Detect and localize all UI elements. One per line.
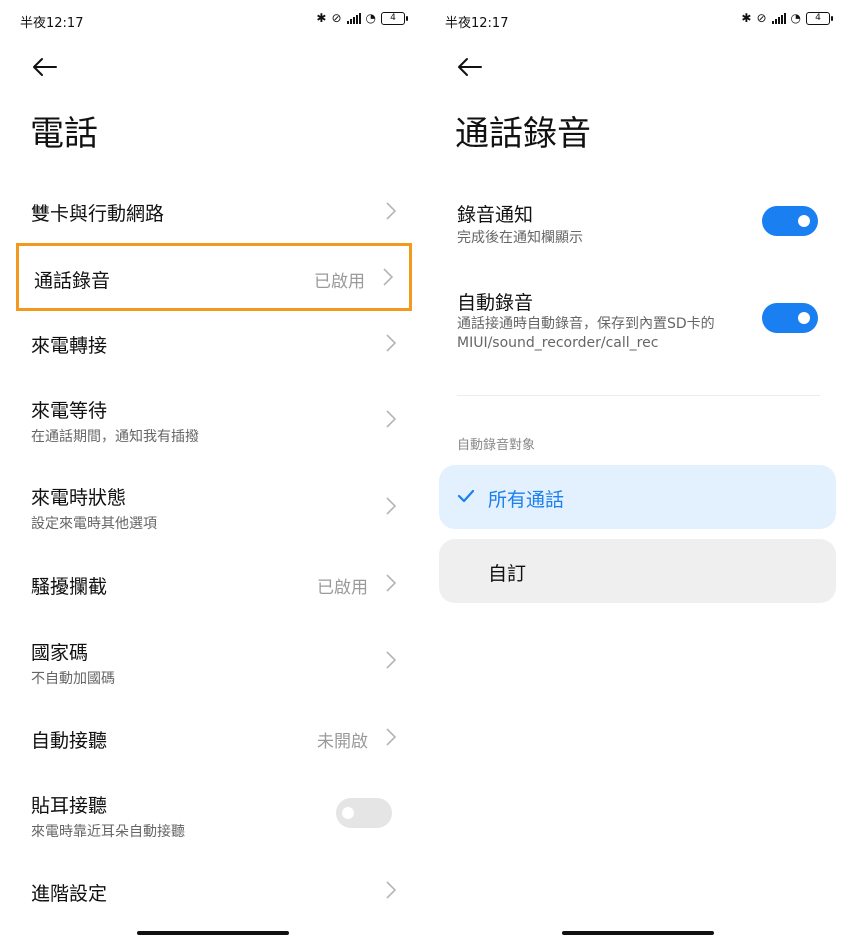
home-indicator[interactable] xyxy=(562,931,714,935)
list-item-call-waiting[interactable]: 來電等待 在通話期間，通知我有插撥 xyxy=(16,382,412,462)
battery-icon: 4 xyxy=(806,11,833,25)
option-all-calls[interactable]: 所有通話 xyxy=(439,465,836,529)
status-time: 半夜12:17 xyxy=(445,16,509,31)
list-item-label: 進階設定 xyxy=(31,883,108,905)
back-arrow-icon[interactable] xyxy=(455,52,485,82)
list-item-advanced-settings[interactable]: 進階設定 xyxy=(16,860,412,922)
status-time: 半夜12:17 xyxy=(20,16,84,31)
back-arrow-icon[interactable] xyxy=(30,52,60,82)
signal-icon xyxy=(771,12,786,24)
page-title: 通話錄音 xyxy=(455,114,591,154)
list-item-auto-answer[interactable]: 自動接聽 未開啟 xyxy=(16,706,412,768)
setting-subtitle-line2: MIUI/sound_recorder/call_rec xyxy=(457,335,659,351)
page-title: 電話 xyxy=(30,114,98,154)
list-item-label: 雙卡與行動網路 xyxy=(31,203,165,225)
list-item-subtitle: 來電時靠近耳朵自動接聽 xyxy=(31,824,185,840)
chevron-right-icon xyxy=(386,334,397,352)
list-item-label: 自動接聽 xyxy=(31,730,108,752)
list-item-ear-answer[interactable]: 貼耳接聽 來電時靠近耳朵自動接聽 xyxy=(16,776,412,856)
chevron-right-icon xyxy=(386,202,397,220)
chevron-right-icon xyxy=(386,410,397,428)
list-item-country-code[interactable]: 國家碼 不自動加國碼 xyxy=(16,622,412,702)
list-item-subtitle: 不自動加國碼 xyxy=(31,671,115,687)
chevron-right-icon xyxy=(386,574,397,592)
list-item-label: 通話錄音 xyxy=(34,270,111,292)
setting-subtitle-line1: 通話接通時自動錄音，保存到內置SD卡的 xyxy=(457,316,715,332)
auto-record-toggle[interactable] xyxy=(762,303,818,333)
wifi-icon: ◔ xyxy=(790,11,801,25)
bluetooth-icon: ✱ xyxy=(741,11,752,25)
list-item-subtitle: 在通話期間，通知我有插撥 xyxy=(31,429,199,445)
recording-notice-toggle[interactable] xyxy=(762,206,818,236)
signal-icon xyxy=(346,12,361,24)
list-item-spam-blocking[interactable]: 騷擾攔截 已啟用 xyxy=(16,553,412,615)
list-item-call-forwarding[interactable]: 來電轉接 xyxy=(16,312,412,374)
chevron-right-icon xyxy=(386,728,397,746)
setting-label: 錄音通知 xyxy=(457,204,534,226)
list-item-label: 來電時狀態 xyxy=(31,487,127,509)
status-icons: ✱ ⊘ ◔ 4 xyxy=(316,11,408,25)
list-item-subtitle: 設定來電時其他選項 xyxy=(31,516,157,532)
list-item-value: 未開啟 xyxy=(317,732,368,752)
chevron-right-icon xyxy=(386,651,397,669)
wifi-icon: ◔ xyxy=(365,11,376,25)
list-item-call-recording[interactable]: 通話錄音 已啟用 xyxy=(16,243,412,311)
setting-label: 自動錄音 xyxy=(457,292,534,314)
list-item-value: 已啟用 xyxy=(314,272,365,292)
list-item-label: 來電等待 xyxy=(31,400,108,422)
option-label: 所有通話 xyxy=(488,489,565,511)
bluetooth-icon: ✱ xyxy=(316,11,327,25)
mute-icon: ⊘ xyxy=(331,11,342,25)
checkmark-icon xyxy=(457,489,475,503)
ear-answer-toggle[interactable] xyxy=(336,798,392,828)
phone-settings-screen: 半夜12:17 ✱ ⊘ ◔ 4 電話 雙卡與行動網路 通話錄音 已啟用 來電轉接… xyxy=(0,0,425,943)
home-indicator[interactable] xyxy=(137,931,289,935)
status-bar: 半夜12:17 ✱ ⊘ ◔ 4 xyxy=(20,10,408,32)
list-item-label: 來電轉接 xyxy=(31,335,108,357)
list-item-label: 騷擾攔截 xyxy=(31,576,108,598)
call-recording-screen: 半夜12:17 ✱ ⊘ ◔ 4 通話錄音 錄音通知 完成後在通知欄顯示 自動錄音… xyxy=(425,0,850,943)
list-item-dual-sim[interactable]: 雙卡與行動網路 xyxy=(16,180,412,242)
list-item-incoming-call-status[interactable]: 來電時狀態 設定來電時其他選項 xyxy=(16,468,412,548)
status-bar: 半夜12:17 ✱ ⊘ ◔ 4 xyxy=(445,10,833,32)
status-icons: ✱ ⊘ ◔ 4 xyxy=(741,11,833,25)
list-item-label: 國家碼 xyxy=(31,642,89,664)
mute-icon: ⊘ xyxy=(756,11,767,25)
option-label: 自訂 xyxy=(488,563,527,585)
chevron-right-icon xyxy=(383,268,394,286)
chevron-right-icon xyxy=(386,881,397,899)
setting-subtitle: 完成後在通知欄顯示 xyxy=(457,230,583,246)
battery-icon: 4 xyxy=(381,11,408,25)
chevron-right-icon xyxy=(386,497,397,515)
divider xyxy=(457,395,820,396)
list-item-value: 已啟用 xyxy=(317,578,368,598)
section-title: 自動錄音對象 xyxy=(457,438,536,453)
option-custom[interactable]: 自訂 xyxy=(439,539,836,603)
list-item-label: 貼耳接聽 xyxy=(31,795,108,817)
